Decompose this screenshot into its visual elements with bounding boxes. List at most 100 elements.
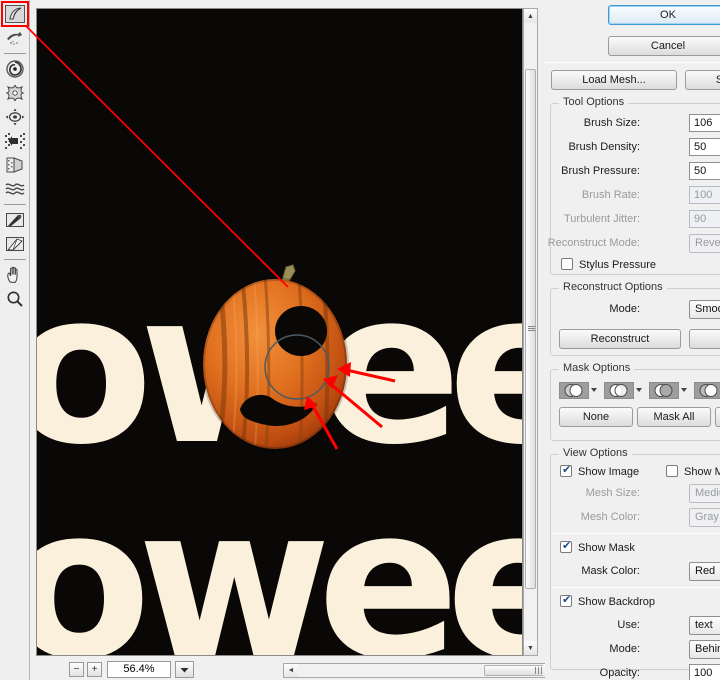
toolbar-divider-3 [4,259,26,260]
toolbar-divider-2 [4,204,26,205]
mask-add-chevron-down-icon[interactable] [636,388,642,392]
brush-pressure-label: Brush Pressure: [561,165,640,177]
zoom-tool[interactable] [2,287,28,311]
reconstruct-mode-label: Reconstruct Mode: [548,237,640,249]
turbulent-jitter-label: Turbulent Jitter: [564,213,640,225]
scroll-left-icon: ◄ [288,667,295,674]
load-mesh-button[interactable]: Load Mesh... [551,70,677,90]
view-divider-1 [552,533,720,534]
show-mask-label: Show Mask [578,542,635,554]
mask-subtract-button[interactable] [649,382,679,399]
venn-subtract-icon [650,383,678,398]
vertical-scroll-thumb[interactable] [525,69,536,589]
zoom-in-button[interactable]: + [87,662,102,677]
liquify-preview-image[interactable]: owee oween [37,9,522,655]
show-backdrop-checkbox[interactable] [560,595,572,607]
mask-intersect-button[interactable] [694,382,720,399]
mesh-size-label: Mesh Size: [586,487,640,499]
brush-pressure-input[interactable]: 50 [689,162,720,180]
show-image-checkbox[interactable] [560,465,572,477]
stylus-pressure-checkbox[interactable] [561,258,573,270]
scroll-down-arrow[interactable]: ▼ [524,641,537,655]
mesh-size-select: Medium [689,484,720,503]
mask-add-button[interactable] [604,382,634,399]
canvas-status-bar: − + 56.4% ◄ ► [31,658,574,680]
venn-replace-icon [560,383,588,398]
canvas-horizontal-scrollbar[interactable]: ◄ ► [283,663,558,678]
backdrop-mode-select[interactable]: Behind [689,640,720,659]
mask-none-button[interactable]: None [559,407,633,427]
tool-options-group: Tool Options Brush Size: 106 Brush Densi… [550,103,720,275]
ok-button[interactable]: OK [608,5,720,25]
scroll-down-icon: ▼ [527,645,534,652]
reconstruct-button[interactable]: Reconstruct [559,329,681,349]
reconstruct-tool[interactable] [2,26,28,50]
backdrop-mode-label: Mode: [609,643,640,655]
canvas-area: owee oween [31,0,543,680]
zoom-out-button[interactable]: − [69,662,84,677]
reconstruct-mode-combo[interactable]: Smooth [689,300,720,319]
zoom-dropdown-button[interactable] [175,661,194,678]
thaw-mask-tool[interactable] [2,232,28,256]
stylus-pressure-label: Stylus Pressure [579,259,656,271]
mask-subtract-chevron-down-icon[interactable] [681,388,687,392]
mask-all-button[interactable]: Mask All [637,407,711,427]
show-mesh-label: Show Mesh [684,466,720,478]
reconstruct-options-group: Reconstruct Options Mode: Smooth Reconst… [550,288,720,356]
reconstruct-options-title: Reconstruct Options [559,281,667,293]
panel-divider-1 [545,62,720,63]
show-mask-checkbox[interactable] [560,541,572,553]
zoom-controls: − + 56.4% [69,661,194,678]
venn-intersect-icon [695,383,720,398]
mask-mode-buttons [559,382,720,400]
scroll-up-icon: ▲ [527,13,534,20]
show-backdrop-label: Show Backdrop [578,596,655,608]
view-options-group: View Options Show Image Show Mesh Mesh S… [550,454,720,670]
canvas-vertical-scrollbar[interactable]: ▲ ▼ [523,8,538,656]
show-image-label: Show Image [578,466,639,478]
hand-tool[interactable] [2,263,28,287]
forward-warp-tool[interactable] [2,2,28,26]
mesh-color-select: Gray [689,508,720,527]
image-preview-frame[interactable]: owee oween [36,8,523,656]
backdrop-use-label: Use: [617,619,640,631]
brush-size-input[interactable]: 106 [689,114,720,132]
save-mesh-button[interactable]: Save Mesh... [685,70,720,90]
mask-options-group: Mask Options [550,369,720,441]
cancel-button[interactable]: Cancel [608,36,720,56]
turbulent-jitter-input: 90 [689,210,720,228]
restore-all-button[interactable]: Restore All [689,329,720,349]
backdrop-opacity-input[interactable]: 100 [689,664,720,680]
mask-color-select[interactable]: Red [689,562,720,581]
scroll-up-arrow[interactable]: ▲ [524,9,537,23]
reconstruct-mode-select: Revert [689,234,720,253]
brush-size-label: Brush Size: [584,117,640,129]
show-mesh-checkbox[interactable] [666,465,678,477]
brush-density-input[interactable]: 50 [689,138,720,156]
zoom-level-value[interactable]: 56.4% [107,661,171,678]
mirror-tool[interactable] [2,153,28,177]
view-divider-2 [552,587,720,588]
scroll-left-arrow[interactable]: ◄ [284,664,298,677]
mask-color-label: Mask Color: [581,565,640,577]
mesh-color-label: Mesh Color: [581,511,640,523]
mask-replace-chevron-down-icon[interactable] [591,388,597,392]
toolbar-divider [4,53,26,54]
mask-invert-all-button[interactable]: Invert All [715,407,720,427]
pumpkin-image [37,9,522,655]
liquify-dialog: owee oween [0,0,720,680]
venn-add-icon [605,383,633,398]
pucker-tool[interactable] [2,81,28,105]
turbulence-tool[interactable] [2,177,28,201]
view-options-title: View Options [559,447,632,459]
backdrop-opacity-label: Opacity: [600,667,640,679]
mask-replace-button[interactable] [559,382,589,399]
backdrop-use-select[interactable]: text [689,616,720,635]
twirl-clockwise-tool[interactable] [2,57,28,81]
liquify-options-panel: OK Cancel Load Mesh... Save Mesh... Tool… [545,0,720,680]
scroll-grip-icon [528,326,535,333]
freeze-mask-tool[interactable] [2,208,28,232]
chevron-down-icon [180,667,189,673]
bloat-tool[interactable] [2,105,28,129]
push-left-tool[interactable] [2,129,28,153]
